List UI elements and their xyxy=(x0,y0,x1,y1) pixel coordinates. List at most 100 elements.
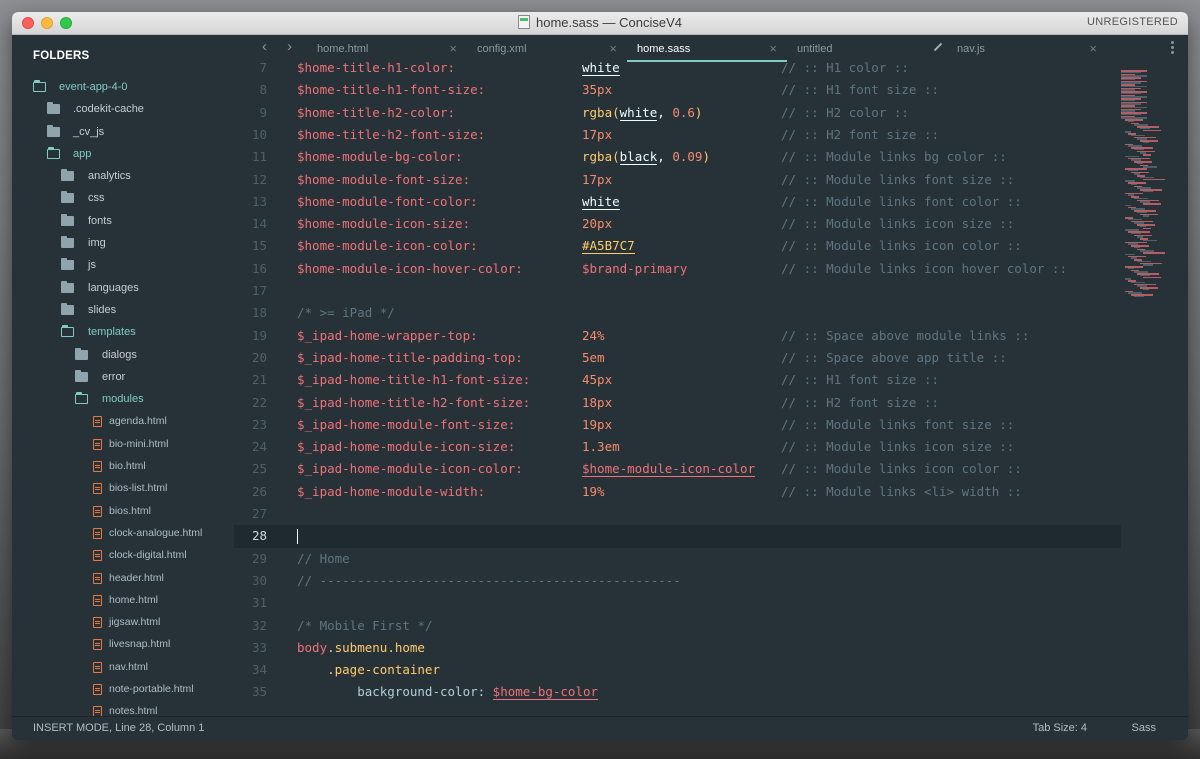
html-file-icon xyxy=(93,550,102,562)
minimap[interactable] xyxy=(1121,62,1188,717)
code-line: 25 $_ipad-home-module-icon-color: $home-mo… xyxy=(234,458,1121,480)
line-number: 27 xyxy=(251,506,267,521)
file-item[interactable]: livesnap.html xyxy=(12,634,234,656)
line-comment: // :: Module links font color :: xyxy=(781,193,1022,209)
line-number: 20 xyxy=(251,349,267,365)
more-options-icon[interactable] xyxy=(1171,41,1174,56)
item-label: header.html xyxy=(109,571,164,584)
value-variable: $home-module-icon-color xyxy=(582,461,756,478)
line-number: 25 xyxy=(251,461,267,477)
folder-icon xyxy=(75,347,88,360)
minimap-line xyxy=(1143,190,1153,193)
tab-label: config.xml xyxy=(477,43,527,55)
value-text: $brand-primary xyxy=(582,260,688,276)
code-text: $_ipad-home-module-font-size: xyxy=(297,416,516,432)
folder-item[interactable]: fonts xyxy=(12,211,234,233)
folder-item[interactable]: css xyxy=(12,188,234,210)
code-text: $home-title-h1-color: xyxy=(297,62,456,75)
tab-size-indicator[interactable]: Tab Size: 4 xyxy=(1033,722,1087,734)
close-icon[interactable]: × xyxy=(449,41,457,56)
folder-item[interactable]: slides xyxy=(12,300,234,322)
line-comment: // :: Module links icon hover color :: xyxy=(781,260,1067,276)
html-file-icon xyxy=(93,416,102,428)
folder-item[interactable]: _cv_js xyxy=(12,122,234,144)
file-item[interactable]: bios.html xyxy=(12,501,234,523)
code-line: 32 /* Mobile First */ xyxy=(234,615,1121,637)
file-item[interactable]: notes.html xyxy=(12,701,234,717)
code-line: 26 $_ipad-home-module-width: 19% // :: Modu… xyxy=(234,481,1121,503)
item-label: languages xyxy=(88,281,139,294)
code-text: $_ipad-home-wrapper-top: xyxy=(297,327,478,343)
code-line: 11 $home-module-bg-color: rgba(black, 0.09… xyxy=(234,146,1121,168)
folder-icon xyxy=(61,236,74,249)
line-comment: // :: Module links font size :: xyxy=(781,416,1015,432)
line-comment: // :: Module links <li> width :: xyxy=(781,483,1022,499)
folder-item[interactable]: templates xyxy=(12,322,234,344)
item-label: .codekit-cache xyxy=(73,103,144,116)
item-label: agenda.html xyxy=(109,415,167,428)
folder-item[interactable]: js xyxy=(12,255,234,277)
folder-icon xyxy=(61,258,74,271)
code-text: $_ipad-home-module-width: xyxy=(297,483,486,499)
tab-home-sass[interactable]: home.sass × xyxy=(627,35,787,62)
folder-item[interactable]: dialogs xyxy=(12,345,234,367)
minimap-line xyxy=(1143,203,1161,205)
file-item[interactable]: header.html xyxy=(12,568,234,590)
code-text: $_ipad-home-title-padding-top: xyxy=(297,349,523,365)
code-text: // -------------------------------------… xyxy=(297,572,681,588)
code-line: 15 $home-module-icon-color: #A5B7C7 // :: M… xyxy=(234,235,1121,257)
value-text: rgba(black, 0.09) xyxy=(582,149,710,166)
minimap-line xyxy=(1143,154,1151,156)
tab-nav-js[interactable]: nav.js × xyxy=(947,35,1107,62)
code-line: 35 background-color: $home-bg-color xyxy=(234,681,1121,703)
file-item[interactable]: jigsaw.html xyxy=(12,612,234,634)
file-item[interactable]: home.html xyxy=(12,590,234,612)
syntax-indicator[interactable]: Sass xyxy=(1132,722,1156,734)
html-file-icon xyxy=(93,527,102,539)
tab-config-xml[interactable]: config.xml × xyxy=(467,35,627,62)
close-icon[interactable]: × xyxy=(1089,41,1097,56)
folder-item[interactable]: img xyxy=(12,233,234,255)
line-number: 14 xyxy=(251,216,267,232)
value-text: 17px xyxy=(582,171,613,187)
code-text: $home-module-font-size: xyxy=(297,171,471,187)
folder-item[interactable]: modules xyxy=(12,389,234,411)
file-item[interactable]: bio.html xyxy=(12,456,234,478)
tab-home-html[interactable]: home.html × xyxy=(307,35,467,62)
folder-item[interactable]: .codekit-cache xyxy=(12,99,234,121)
rgba-sep: , xyxy=(657,104,673,120)
chevron-right-icon[interactable]: › xyxy=(287,38,292,55)
folder-tree: event-app-4-0 .codekit-cache _cv_js app anal… xyxy=(12,77,234,717)
html-file-icon xyxy=(93,438,102,450)
item-label: img xyxy=(88,237,106,250)
folder-item[interactable]: event-app-4-0 xyxy=(12,77,234,99)
minimap-line xyxy=(1143,276,1161,278)
line-comment: // :: Space above app title :: xyxy=(781,349,1007,365)
line-comment: // :: Module links font size :: xyxy=(781,171,1015,187)
folder-item[interactable]: analytics xyxy=(12,166,234,188)
chevron-left-icon[interactable]: ‹ xyxy=(262,38,267,55)
folder-icon xyxy=(61,302,74,315)
property-name: background-color: xyxy=(297,684,493,700)
file-item[interactable]: clock-analogue.html xyxy=(12,523,234,545)
item-label: clock-digital.html xyxy=(109,549,187,562)
code-line: 18 /* >= iPad */ xyxy=(234,302,1121,324)
file-item[interactable]: clock-digital.html xyxy=(12,545,234,567)
file-item[interactable]: nav.html xyxy=(12,657,234,679)
line-number: 28 xyxy=(251,528,267,544)
file-item[interactable]: bios-list.html xyxy=(12,478,234,500)
folder-item[interactable]: languages xyxy=(12,278,234,300)
file-item[interactable]: agenda.html xyxy=(12,411,234,433)
html-file-icon xyxy=(93,639,102,651)
tab-untitled[interactable]: untitled xyxy=(787,35,947,62)
code-text: .page-container xyxy=(297,662,440,678)
file-item[interactable]: note-portable.html xyxy=(12,679,234,701)
folder-item[interactable]: app xyxy=(12,144,234,166)
html-file-icon xyxy=(93,684,102,696)
code-editor[interactable]: 7 $home-title-h1-color: white// :: H1 colo… xyxy=(234,62,1121,717)
close-icon[interactable]: × xyxy=(769,41,777,56)
close-icon[interactable]: × xyxy=(609,41,617,56)
folder-item[interactable]: error xyxy=(12,367,234,389)
item-label: clock-analogue.html xyxy=(109,526,203,539)
file-item[interactable]: bio-mini.html xyxy=(12,434,234,456)
